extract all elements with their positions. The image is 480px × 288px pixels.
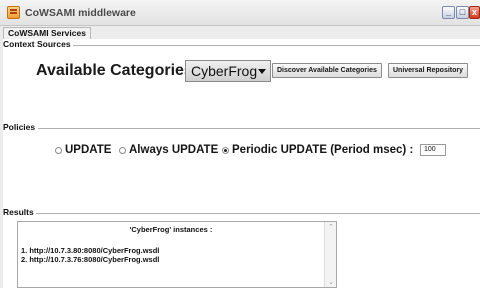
results-panel: Results 'CyberFrog' instances : 1. http:… [3,207,480,288]
context-sources-legend: Context Sources [3,39,73,50]
policies-panel: Policies UPDATE Always UPDATE Periodic U… [3,122,480,207]
discover-categories-button[interactable]: Discover Available Categories [272,63,382,78]
context-sources-divider [69,45,480,46]
window-title: CoWSAMI middleware [25,7,136,19]
results-heading: 'CyberFrog' instances : [129,225,213,234]
category-selected-value: CyberFrog [191,63,258,79]
main-window: CoWSAMI middleware _ □ x CoWSAMI Service… [0,0,480,288]
context-sources-panel: Context Sources Available Categories : C… [3,39,480,122]
category-select[interactable]: CyberFrog [185,60,271,82]
available-categories-label: Available Categories : [36,62,203,79]
minimize-button[interactable]: _ [442,6,455,19]
chevron-down-icon [258,69,266,74]
radio-always-update-label: Always UPDATE [129,144,219,156]
results-legend: Results [3,207,36,218]
policies-divider [38,128,480,129]
results-text-area[interactable]: 'CyberFrog' instances : 1. http://10.7.3… [17,221,337,288]
radio-update[interactable] [55,147,62,154]
radio-update-label: UPDATE [65,144,112,156]
maximize-button[interactable]: □ [456,6,469,19]
scroll-down-icon[interactable]: ⌄ [327,279,335,287]
tab-cowsami-services[interactable]: CoWSAMI Services [3,27,91,39]
title-bar[interactable]: CoWSAMI middleware _ □ x [0,0,480,26]
radio-always-update[interactable] [119,147,126,154]
radio-periodic-update-label: Periodic UPDATE (Period msec) : [232,144,414,156]
results-scrollbar[interactable]: ⌃ ⌄ [324,222,336,287]
result-line-2: 2. http://10.7.3.76:8080/CyberFrog.wsdl [21,255,160,264]
period-msec-field[interactable]: 100 [420,144,446,156]
universal-repository-button[interactable]: Universal Repository [388,63,469,78]
radio-periodic-update[interactable] [222,147,229,154]
scroll-up-icon[interactable]: ⌃ [327,224,335,232]
results-divider [34,213,480,214]
policies-legend: Policies [3,122,38,133]
result-line-1: 1. http://10.7.3.80:8080/CyberFrog.wsdl [21,246,160,255]
close-button[interactable]: x [469,6,480,19]
app-icon [7,6,20,19]
